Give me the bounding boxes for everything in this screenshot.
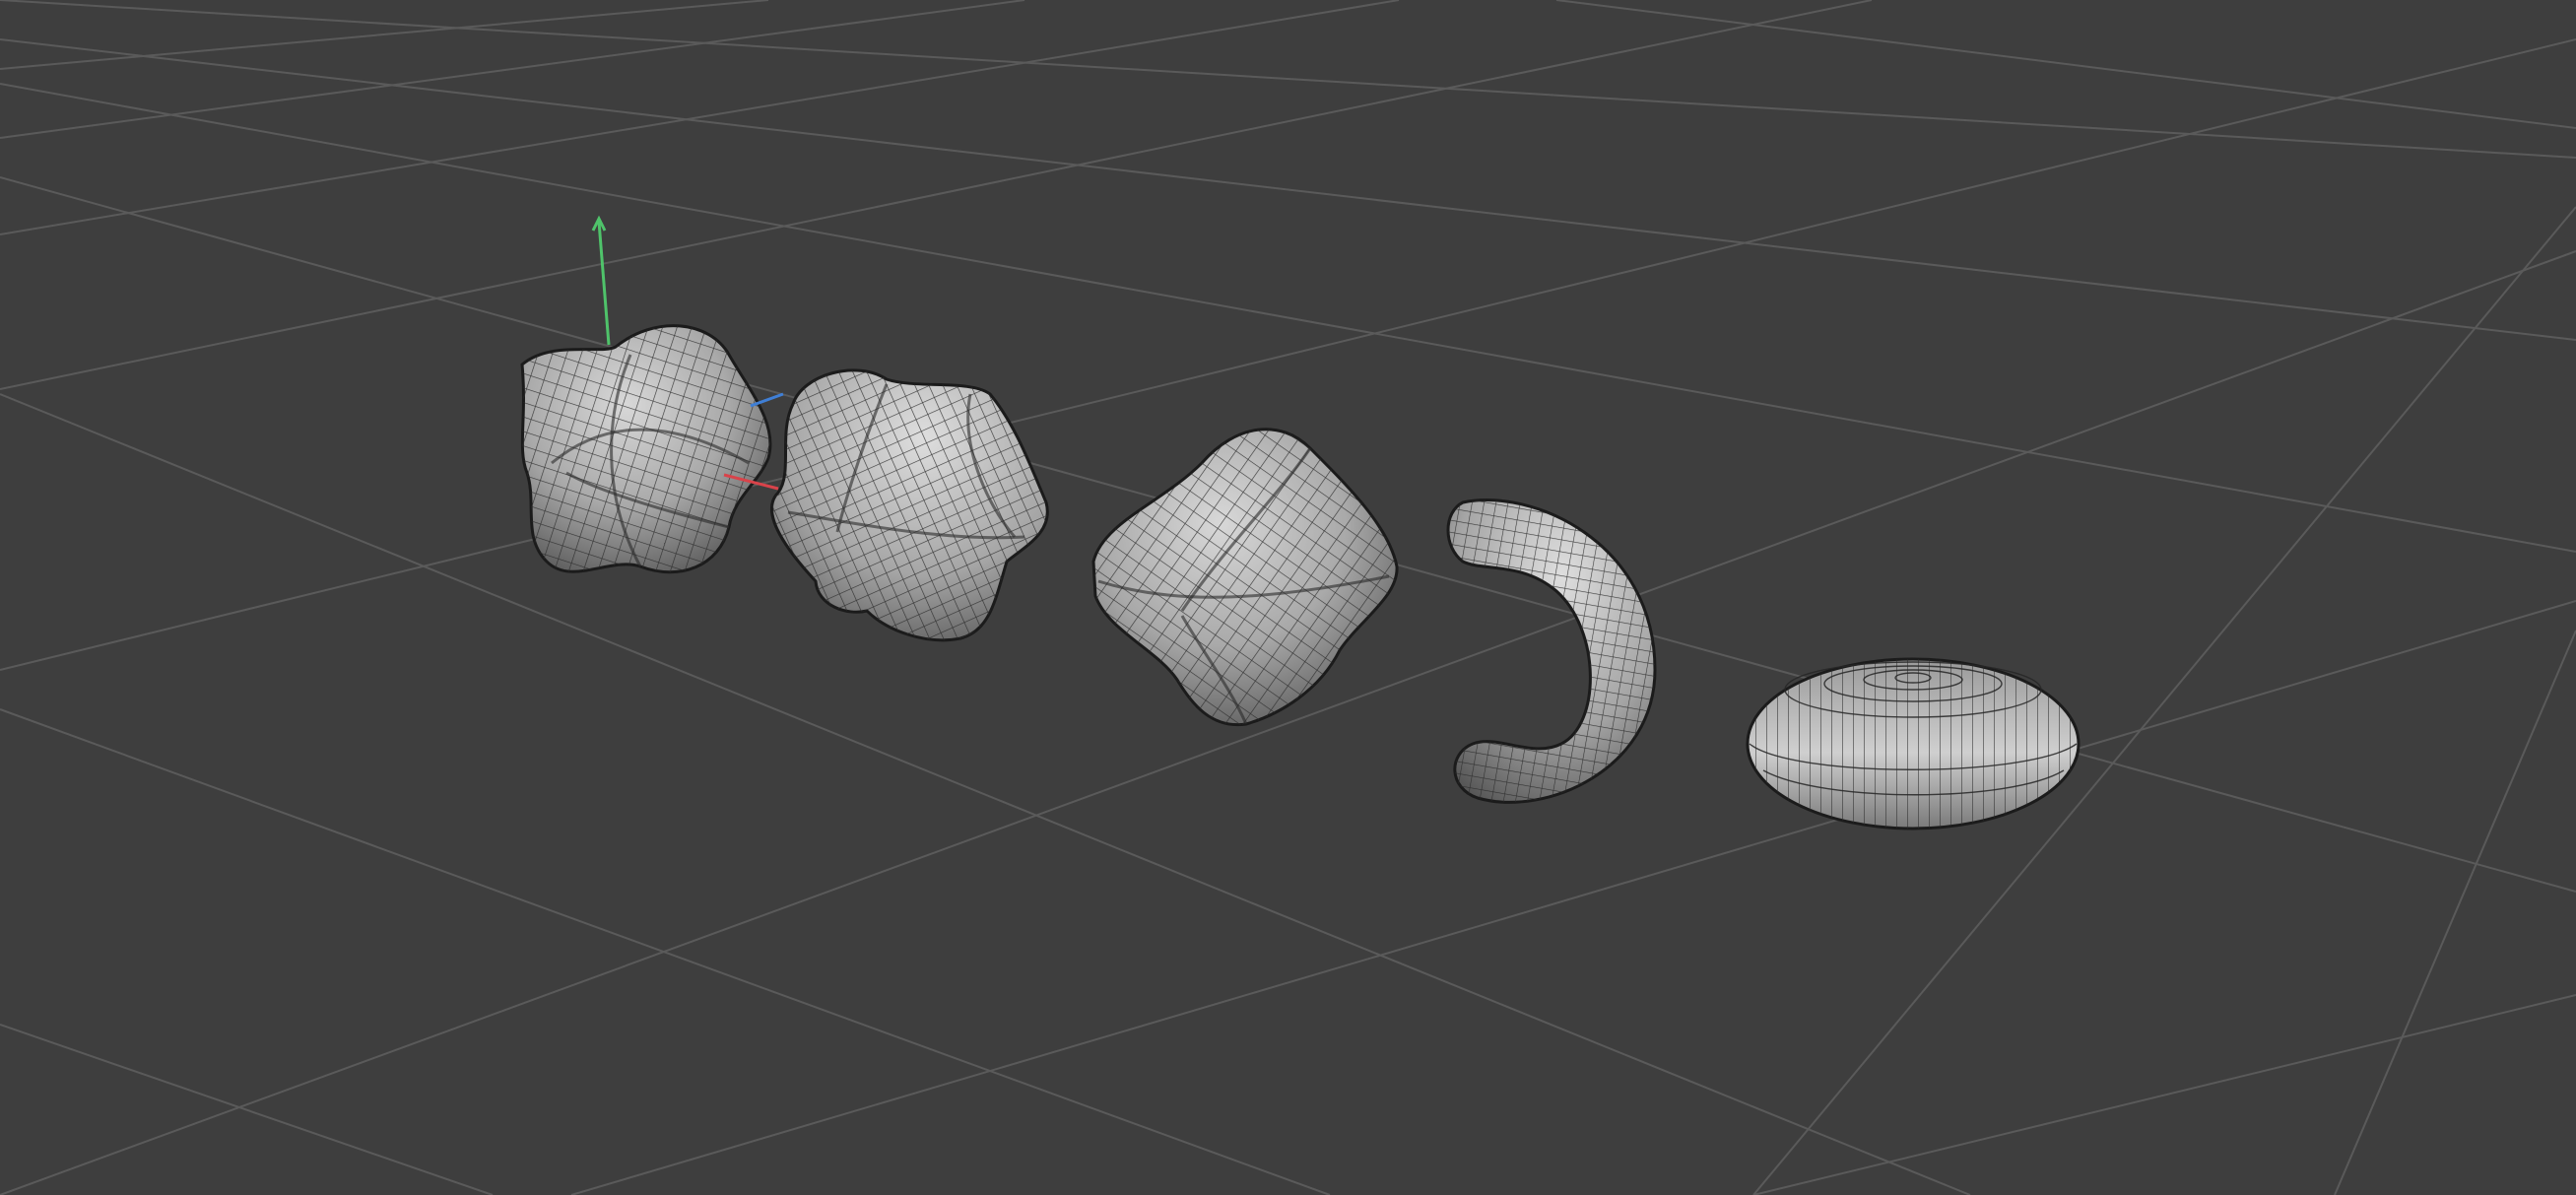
diamond-blob[interactable] [1091,428,1399,727]
3d-viewport[interactable] [0,0,2576,1195]
star-blob-1[interactable] [520,324,772,574]
half-torus[interactable] [1446,498,1657,804]
gizmo-y-axis[interactable] [597,221,611,346]
disc[interactable] [1746,657,2081,830]
star-blob-2[interactable] [770,368,1049,642]
